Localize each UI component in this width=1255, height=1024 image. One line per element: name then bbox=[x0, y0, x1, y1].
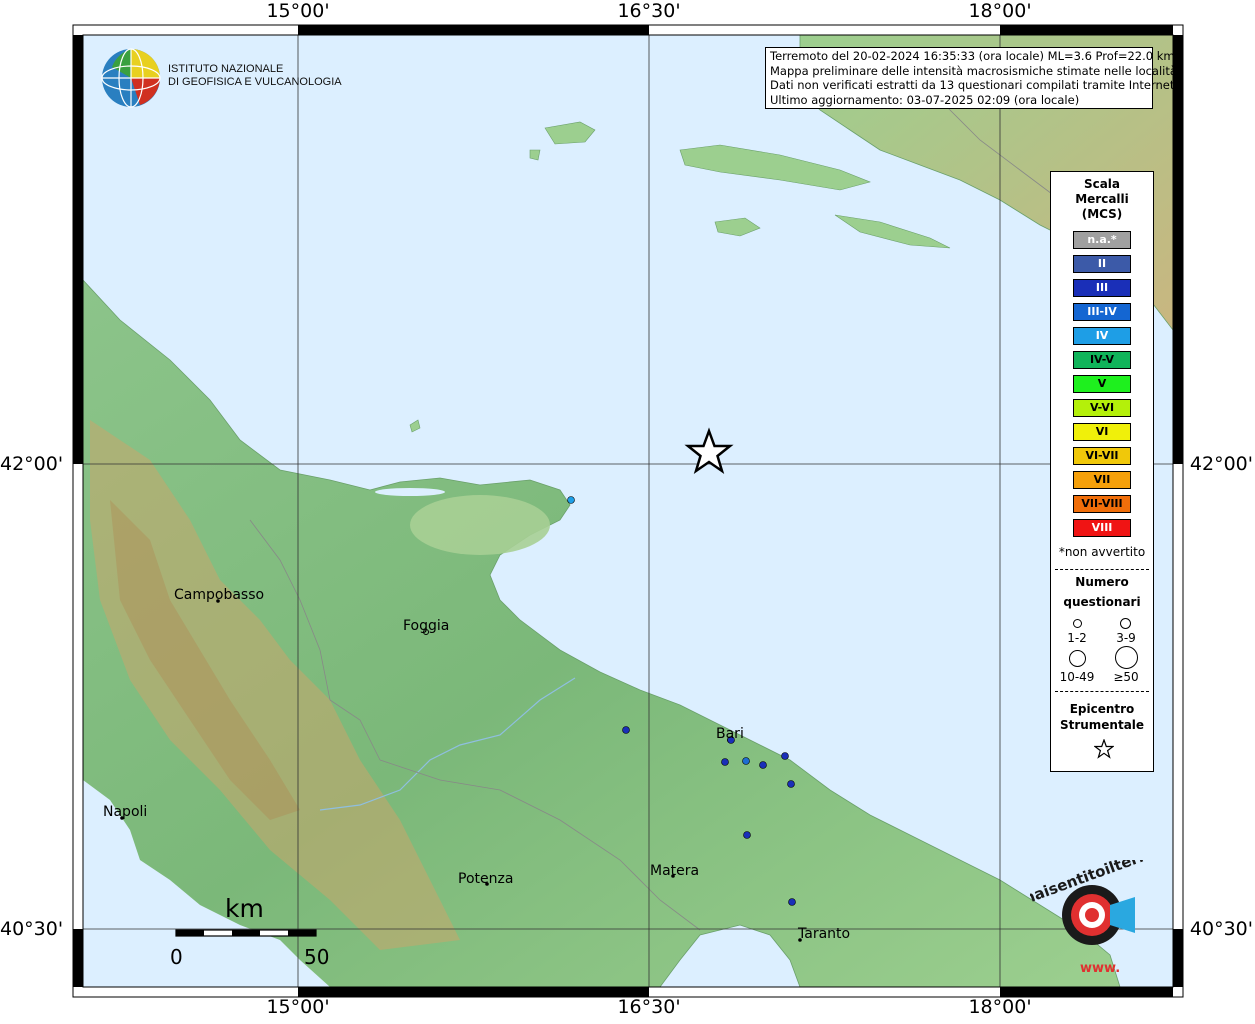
size-circle-medium bbox=[1120, 618, 1131, 629]
epicenter-title: Epicentro bbox=[1069, 702, 1135, 716]
city-label-taranto: Taranto bbox=[798, 926, 851, 942]
legend-divider bbox=[1055, 691, 1149, 692]
intensity-class-swatch: IV bbox=[1073, 327, 1131, 345]
city-label-napoli: Napoli bbox=[103, 804, 148, 820]
count-class-label: ≥50 bbox=[1113, 670, 1139, 684]
gargano-relief bbox=[410, 495, 550, 555]
lon-tick-label: 18°00' bbox=[968, 996, 1032, 1018]
lat-tick-label: 40°30' bbox=[0, 918, 64, 940]
site-logo-url: www. bbox=[1080, 961, 1120, 976]
lon-tick-label: 16°30' bbox=[617, 996, 681, 1018]
lon-tick-label: 15°00' bbox=[266, 0, 330, 22]
count-title: questionari bbox=[1063, 595, 1141, 609]
city-label-bari: Bari bbox=[716, 726, 744, 742]
intensity-class-swatch: VI bbox=[1073, 423, 1131, 441]
city-label-matera: Matera bbox=[650, 863, 700, 879]
size-circle-large bbox=[1069, 650, 1086, 667]
scale-unit: km bbox=[225, 894, 264, 923]
intensity-class-swatch: IV-V bbox=[1073, 351, 1131, 369]
observation-point bbox=[759, 761, 767, 769]
event-info-box: Terremoto del 20-02-2024 16:35:33 (ora l… bbox=[765, 47, 1181, 109]
observation-point bbox=[742, 757, 750, 765]
intensity-class-swatch: III-IV bbox=[1073, 303, 1131, 321]
observation-point bbox=[788, 898, 796, 906]
legend-title: Mercalli bbox=[1075, 192, 1129, 206]
intensity-class-swatch: V-VI bbox=[1073, 399, 1131, 417]
legend-footnote: *non avvertito bbox=[1058, 545, 1146, 559]
city-label-campobasso: Campobasso bbox=[174, 587, 265, 603]
epicenter-legend-star-icon bbox=[1094, 739, 1114, 759]
lat-tick-label: 40°30' bbox=[1189, 918, 1253, 940]
legend-title: Scala bbox=[1083, 177, 1121, 191]
observation-point bbox=[781, 752, 789, 760]
ingv-name: ISTITUTO NAZIONALE DI GEOFISICA E VULCAN… bbox=[168, 63, 342, 88]
legend-title: (MCS) bbox=[1081, 207, 1123, 221]
size-circle-small bbox=[1073, 619, 1082, 628]
island bbox=[529, 149, 541, 161]
lon-tick-label: 18°00' bbox=[968, 0, 1032, 22]
lon-tick-label: 16°30' bbox=[617, 0, 681, 22]
observation-point bbox=[743, 831, 751, 839]
scale-start: 0 bbox=[170, 945, 183, 969]
intensity-class-swatch: n.a.* bbox=[1073, 231, 1131, 249]
intensity-class-swatch: III bbox=[1073, 279, 1131, 297]
epicenter-title: Strumentale bbox=[1059, 718, 1145, 732]
data-note: Dati non verificati estratti da 13 quest… bbox=[770, 78, 1179, 92]
count-title: Numero bbox=[1075, 575, 1129, 589]
event-header: Terremoto del 20-02-2024 16:35:33 (ora l… bbox=[770, 49, 1175, 63]
intensity-class-swatch: VIII bbox=[1073, 519, 1131, 537]
legend-panel: Scala Mercalli (MCS) n.a.* II III III-IV IV I… bbox=[1050, 171, 1154, 772]
last-update: Ultimo aggiornamento: 03-07-2025 02:09 (… bbox=[770, 92, 1080, 107]
observation-point bbox=[721, 758, 729, 766]
hai-sentito-logo: haisentitoilterremoto.it www. bbox=[1030, 860, 1155, 976]
scale-end: 50 bbox=[304, 945, 329, 969]
legend-divider bbox=[1055, 569, 1149, 570]
intensity-class-swatch: VII-VIII bbox=[1073, 495, 1131, 513]
intensity-class-swatch: VI-VII bbox=[1073, 447, 1131, 465]
lat-tick-label: 42°00' bbox=[0, 453, 64, 475]
scale-bar: km 0 50 bbox=[170, 894, 329, 969]
ingv-globe-icon bbox=[101, 48, 161, 108]
lake-lesina bbox=[375, 488, 445, 496]
lon-tick-label: 15°00' bbox=[266, 996, 330, 1018]
count-class-label: 1-2 bbox=[1067, 631, 1087, 645]
intensity-class-swatch: VII bbox=[1073, 471, 1131, 489]
count-class-label: 3-9 bbox=[1116, 631, 1136, 645]
intensity-class-swatch: V bbox=[1073, 375, 1131, 393]
observation-point bbox=[787, 780, 795, 788]
observation-point bbox=[622, 726, 630, 734]
lat-tick-label: 42°00' bbox=[1189, 453, 1253, 475]
count-class-label: 10-49 bbox=[1059, 670, 1095, 684]
city-label-potenza: Potenza bbox=[458, 871, 514, 887]
observation-point bbox=[567, 496, 575, 504]
size-circle-xlarge bbox=[1115, 646, 1138, 669]
map-description: Mappa preliminare delle intensità macros… bbox=[770, 63, 1181, 78]
city-label-foggia: Foggia bbox=[403, 618, 450, 634]
intensity-class-swatch: II bbox=[1073, 255, 1131, 273]
